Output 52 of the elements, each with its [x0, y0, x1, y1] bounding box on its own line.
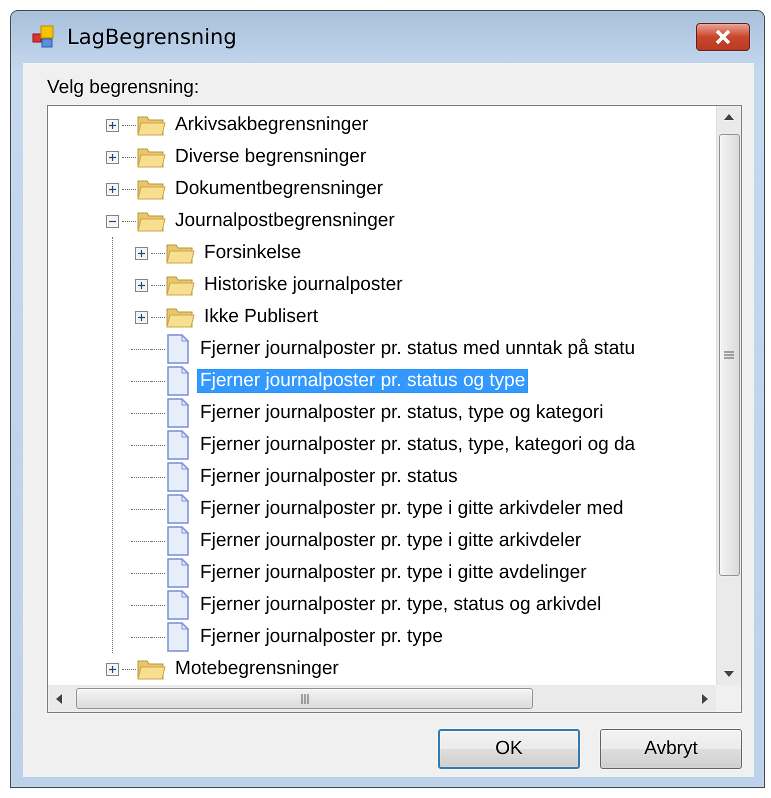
plus-icon[interactable]	[106, 118, 118, 132]
document-icon	[165, 334, 191, 364]
document-icon	[165, 398, 191, 428]
scrollbar-corner	[716, 685, 741, 712]
plus-icon[interactable]	[106, 182, 118, 196]
plus-icon[interactable]	[106, 662, 118, 676]
tree-item[interactable]: Fjerner journalposter pr. type, status og arkivdel	[197, 593, 604, 617]
tree-item[interactable]: Motebegrensninger	[172, 657, 342, 681]
scroll-down-icon[interactable]	[724, 671, 734, 677]
document-icon	[165, 494, 191, 524]
scroll-right-icon[interactable]	[702, 694, 708, 704]
tree-item[interactable]: Historiske journalposter	[201, 273, 406, 297]
plus-icon[interactable]	[134, 278, 148, 292]
scrollbar-thumb[interactable]	[76, 688, 533, 709]
ok-button[interactable]: OK	[438, 729, 580, 769]
tree-item[interactable]: Fjerner journalposter pr. status, type, kategori og da	[197, 433, 638, 457]
document-icon	[165, 526, 191, 556]
close-icon	[713, 29, 733, 45]
vertical-scrollbar[interactable]	[716, 106, 741, 685]
tree-item[interactable]: Journalpostbegrensninger	[172, 209, 398, 233]
horizontal-scrollbar[interactable]	[48, 685, 716, 712]
document-icon	[165, 430, 191, 460]
tree-item[interactable]: Ikke Publisert	[201, 305, 322, 329]
plus-icon[interactable]	[106, 150, 118, 164]
tree-item[interactable]: Fjerner journalposter pr. type i gitte avdelinger	[197, 561, 590, 585]
gripper-icon	[724, 351, 734, 359]
tree-item[interactable]: Forsinkelse	[201, 241, 304, 265]
plus-icon[interactable]	[134, 246, 148, 260]
document-icon	[165, 462, 191, 492]
tree-item[interactable]: Fjerner journalposter pr. status, type og kategori	[197, 401, 606, 425]
document-icon	[165, 558, 191, 588]
field-label: Velg begrensning:	[47, 77, 200, 99]
tree-item[interactable]: Fjerner journalposter pr. type i gitte arkivdeler med	[197, 497, 626, 521]
gripper-icon	[300, 694, 308, 704]
document-icon	[165, 622, 191, 652]
tree-item[interactable]: Fjerner journalposter pr. status med unntak på statu	[197, 337, 638, 361]
plus-icon[interactable]	[134, 310, 148, 324]
tree-item[interactable]: Arkivsakbegrensninger	[172, 113, 372, 137]
tree-item[interactable]: Dokumentbegrensninger	[172, 177, 386, 201]
minus-icon[interactable]	[106, 214, 118, 228]
window-title: LagBegrensning	[67, 25, 237, 49]
scroll-left-icon[interactable]	[56, 694, 62, 704]
tree-item[interactable]: Diverse begrensninger	[172, 145, 370, 169]
tree-item[interactable]: Fjerner journalposter pr. status	[197, 465, 461, 489]
tree-item[interactable]: Fjerner journalposter pr. type i gitte arkivdeler	[197, 529, 584, 553]
cancel-button[interactable]: Avbryt	[600, 729, 742, 769]
document-icon	[165, 590, 191, 620]
scroll-up-icon[interactable]	[724, 114, 734, 120]
document-icon	[165, 366, 191, 396]
close-button[interactable]	[696, 23, 750, 51]
scrollbar-thumb[interactable]	[718, 134, 740, 576]
tree-item[interactable]: Fjerner journalposter pr. type	[197, 625, 446, 649]
